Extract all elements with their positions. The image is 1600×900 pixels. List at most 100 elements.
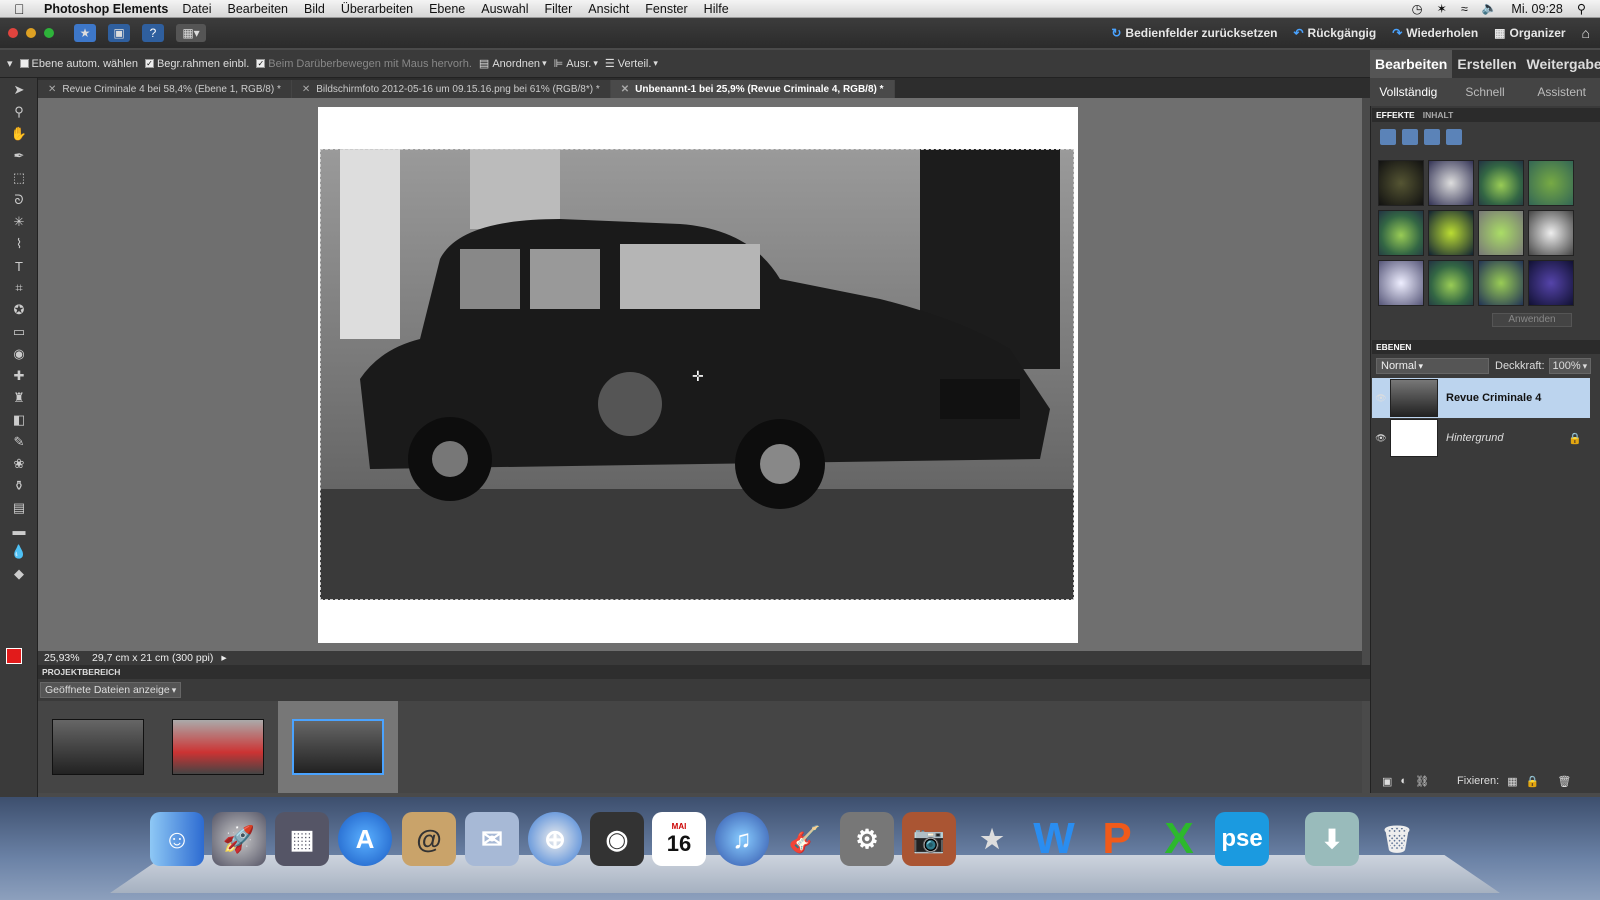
lock-transparency-icon[interactable]: ▦ (1507, 775, 1517, 788)
layer-name[interactable]: Hintergrund (1446, 432, 1503, 444)
safari-icon[interactable]: ⊕ (528, 812, 582, 866)
lasso-tool-icon[interactable]: ᘐ (9, 190, 29, 210)
effect-thumbnail[interactable] (1528, 260, 1574, 306)
layer-row-revue-criminale[interactable]: 👁 Revue Criminale 4 (1372, 378, 1590, 418)
options-menu-icon[interactable]: ▾ (7, 57, 13, 70)
align-dropdown[interactable]: ⊫ Ausr. (554, 57, 598, 71)
brush-tool-icon[interactable]: ✎ (9, 432, 29, 452)
effect-thumbnail[interactable] (1528, 160, 1574, 206)
menu-ansicht[interactable]: Ansicht (588, 2, 629, 16)
close-tab-icon[interactable]: ✕ (302, 84, 310, 95)
facetime-icon[interactable]: ◉ (590, 812, 644, 866)
thumbnail-unbenannt[interactable] (278, 701, 398, 793)
system-preferences-icon[interactable]: ⚙ (840, 812, 894, 866)
app-store-icon[interactable]: A (338, 812, 392, 866)
effect-thumbnail[interactable] (1528, 210, 1574, 256)
submode-quick[interactable]: Schnell (1447, 85, 1524, 99)
mission-control-icon[interactable]: ▦ (275, 812, 329, 866)
foreground-color-swatch[interactable] (6, 648, 22, 664)
distribute-dropdown[interactable]: ☰ Verteil. (605, 57, 658, 71)
lock-all-icon[interactable]: 🔒 (1526, 775, 1540, 788)
minimize-window-icon[interactable] (26, 28, 36, 38)
menu-hilfe[interactable]: Hilfe (704, 2, 729, 16)
photoshop-elements-icon[interactable]: pse (1215, 812, 1269, 866)
thumbnail-revue-criminale[interactable] (38, 701, 158, 793)
visibility-eye-icon[interactable]: 👁 (1372, 433, 1390, 444)
redo-button[interactable]: ↷ Wiederholen (1392, 25, 1478, 41)
home-button[interactable]: ⌂ (1582, 25, 1590, 41)
hand-tool-icon[interactable]: ✋ (9, 124, 29, 144)
smart-brush-tool-icon[interactable]: ❀ (9, 454, 29, 474)
tab-revue-criminale[interactable]: ✕ Revue Criminale 4 bei 58,4% (Ebene 1, R… (38, 80, 292, 98)
finder-icon[interactable]: ☺ (150, 812, 204, 866)
menu-filter[interactable]: Filter (545, 2, 573, 16)
trash-icon[interactable]: 🗑 (1370, 812, 1424, 866)
effect-thumbnail[interactable] (1378, 160, 1424, 206)
mail-icon[interactable]: ✉ (465, 812, 519, 866)
layer-styles-icon[interactable] (1402, 129, 1418, 145)
organizer-button[interactable]: ▦ Organizer (1494, 25, 1565, 41)
visibility-eye-icon[interactable]: 👁 (1372, 393, 1390, 404)
eyedropper-tool-icon[interactable]: ✒ (9, 146, 29, 166)
iphoto-icon[interactable]: 📷 (902, 812, 956, 866)
eraser-tool-icon[interactable]: ◧ (9, 410, 29, 430)
new-file-icon[interactable]: ★ (74, 24, 96, 42)
address-book-icon[interactable]: @ (402, 812, 456, 866)
submode-guided[interactable]: Assistent (1523, 85, 1600, 99)
zoom-level[interactable]: 25,93% (44, 652, 92, 664)
volume-icon[interactable]: 🔈 (1482, 1, 1498, 16)
straighten-tool-icon[interactable]: ▭ (9, 322, 29, 342)
show-open-files-dropdown[interactable]: Geöffnete Dateien anzeige (40, 682, 182, 698)
shape-tool-icon[interactable]: ▬ (9, 520, 29, 540)
filters-icon[interactable] (1380, 129, 1396, 145)
close-tab-icon[interactable]: ✕ (621, 84, 629, 95)
menu-datei[interactable]: Datei (182, 2, 211, 16)
show-bounding-box-checkbox[interactable]: ✓ Begr.rahmen einbl. (144, 58, 249, 70)
photo-effects-icon[interactable] (1424, 129, 1440, 145)
paint-bucket-tool-icon[interactable]: ⚱ (9, 476, 29, 496)
blend-mode-dropdown[interactable]: Normal (1376, 358, 1489, 374)
arrangement-icon[interactable]: ▦▾ (176, 24, 206, 42)
crop-tool-icon[interactable]: ⌗ (9, 278, 29, 298)
effect-thumbnail[interactable] (1478, 160, 1524, 206)
quick-selection-tool-icon[interactable]: ⌇ (9, 234, 29, 254)
tab-effekte[interactable]: EFFEKTE (1376, 110, 1415, 120)
zoom-window-icon[interactable] (44, 28, 54, 38)
red-eye-tool-icon[interactable]: ◉ (9, 344, 29, 364)
word-icon[interactable]: W (1027, 812, 1081, 866)
status-menu-icon[interactable]: ▸ (221, 652, 226, 664)
help-icon[interactable]: ? (142, 24, 164, 42)
menu-auswahl[interactable]: Auswahl (481, 2, 528, 16)
app-menu[interactable]: Photoshop Elements (44, 2, 168, 16)
tab-erstellen[interactable]: Erstellen (1452, 56, 1521, 72)
menu-fenster[interactable]: Fenster (645, 2, 687, 16)
text-tool-icon[interactable]: T (9, 256, 29, 276)
powerpoint-icon[interactable]: P (1090, 812, 1144, 866)
close-tab-icon[interactable]: ✕ (48, 84, 56, 95)
save-icon[interactable]: ▣ (108, 24, 130, 42)
sponge-tool-icon[interactable]: ◆ (9, 564, 29, 584)
gradient-tool-icon[interactable]: ▤ (9, 498, 29, 518)
menu-ebene[interactable]: Ebene (429, 2, 465, 16)
imovie-icon[interactable]: ★ (965, 812, 1019, 866)
tab-bildschirmfoto[interactable]: ✕ Bildschirmfoto 2012-05-16 um 09.15.16.p… (291, 80, 611, 98)
garageband-icon[interactable]: 🎸 (778, 812, 832, 866)
blur-tool-icon[interactable]: 💧 (9, 542, 29, 562)
adjustment-layer-icon[interactable]: ◐ (1400, 775, 1407, 787)
opacity-input[interactable]: 100% (1548, 358, 1592, 374)
marquee-tool-icon[interactable]: ⬚ (9, 168, 29, 188)
zoom-tool-icon[interactable]: ⚲ (9, 102, 29, 122)
reset-panels-button[interactable]: ↻ Bedienfelder zurücksetzen (1111, 25, 1277, 41)
fx-icon[interactable] (1446, 129, 1462, 145)
auto-select-layer-checkbox[interactable]: Ebene autom. wählen (19, 58, 138, 70)
clock[interactable]: Mi. 09:28 (1511, 2, 1562, 16)
menu-bearbeiten[interactable]: Bearbeiten (228, 2, 288, 16)
apply-button[interactable]: Anwenden (1492, 313, 1572, 327)
effect-thumbnail[interactable] (1428, 160, 1474, 206)
tab-bearbeiten[interactable]: Bearbeiten (1370, 50, 1453, 78)
launchpad-icon[interactable]: 🚀 (212, 812, 266, 866)
downloads-folder-icon[interactable]: ⬇ (1305, 812, 1359, 866)
hover-highlight-checkbox[interactable]: ✓ Beim Darüberbewegen mit Maus hervorh. (256, 58, 472, 70)
delete-layer-icon[interactable]: 🗑 (1557, 775, 1571, 788)
thumbnail-bildschirmfoto[interactable] (158, 701, 278, 793)
